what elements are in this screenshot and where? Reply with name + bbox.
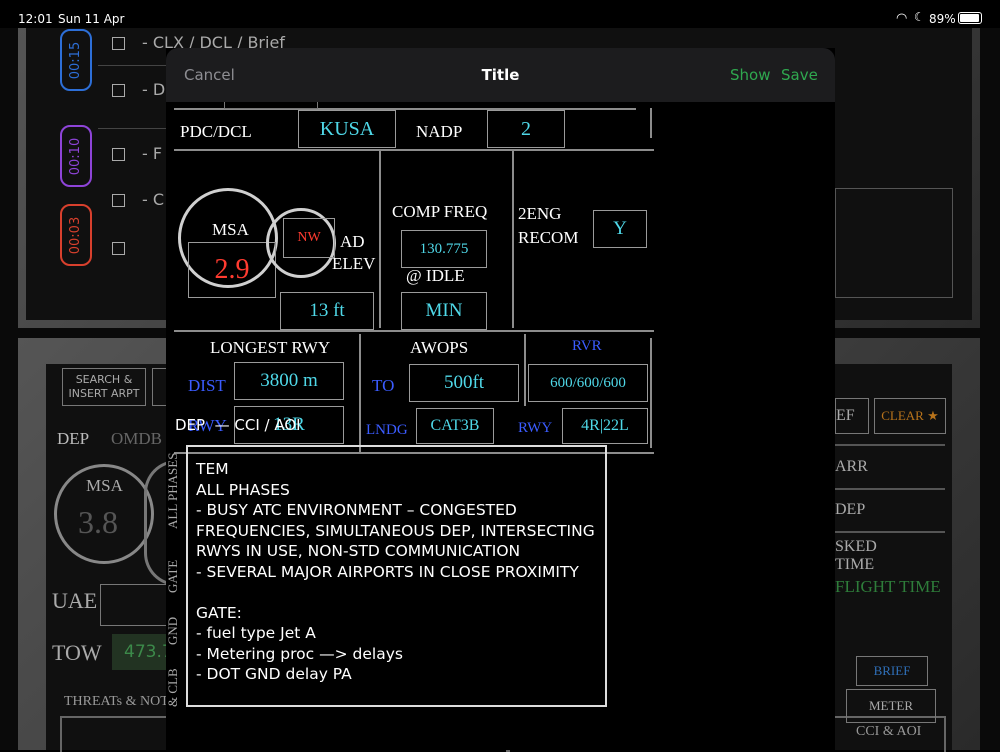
meter-button[interactable]: METER <box>846 689 936 723</box>
timer-15[interactable]: 00:15 <box>60 29 92 91</box>
timer-10[interactable]: 00:10 <box>60 125 92 187</box>
checklist-item: - C <box>142 190 165 209</box>
tab-all-phases[interactable]: ALL PHASES <box>165 453 181 529</box>
rvr-label: RVR <box>572 338 602 354</box>
msa-sector[interactable]: NW <box>283 218 335 258</box>
notes-textarea[interactable]: TEM ALL PHASES - BUSY ATC ENVIRONMENT – … <box>186 445 607 707</box>
right-box <box>835 188 953 298</box>
checkbox[interactable] <box>112 37 125 50</box>
checkbox[interactable] <box>112 84 125 97</box>
status-time: 12:01 <box>18 12 53 26</box>
uae-field[interactable] <box>100 584 168 626</box>
nadp-value[interactable]: 2 <box>487 110 565 148</box>
dep-airport: OMDB <box>111 429 163 448</box>
tab-clb[interactable]: & CLB <box>165 668 181 707</box>
rvr-rwy-value[interactable]: 4R|22L <box>562 408 648 444</box>
bg-divider-2 <box>835 488 945 490</box>
phase-tabs: ALL PHASES GATE GND & CLB <box>165 445 186 707</box>
briefing-sheet: PDC/DCL KUSA NADP 2 MSA 2.9 NW AD ELEV 1… <box>166 102 656 462</box>
eng-recom-value[interactable]: Y <box>593 210 647 248</box>
pdc-dcl-value[interactable]: KUSA <box>298 110 396 148</box>
uae-label: UAE <box>52 588 98 613</box>
sheet-vline <box>359 334 361 452</box>
elev-label: ELEV <box>332 254 376 273</box>
longest-rwy-label: LONGEST RWY <box>210 338 331 357</box>
timer-03[interactable]: 00:03 <box>60 204 92 266</box>
nadp-label: NADP <box>416 122 463 141</box>
moon-icon: ☾ <box>914 10 925 24</box>
tab-gnd[interactable]: GND <box>165 617 181 645</box>
checklist-item: - D <box>142 80 166 99</box>
ad-elev-value[interactable]: 13 ft <box>280 292 374 330</box>
dep-cci-aoi-title: DEP — CCI / AOI <box>175 416 301 434</box>
sheet-vline <box>512 150 514 328</box>
ad-label: AD <box>340 232 365 251</box>
idle-label: @ IDLE <box>406 266 465 285</box>
status-date: Sun 11 Apr <box>58 12 125 26</box>
brief-partial[interactable]: EF <box>835 398 869 434</box>
save-button[interactable]: Save <box>781 66 818 84</box>
checkbox[interactable] <box>112 148 125 161</box>
eng-label-1: 2ENG <box>518 204 562 223</box>
lndg-value[interactable]: CAT3B <box>416 408 494 444</box>
time-label: TIME <box>835 556 875 573</box>
checklist-item: - F <box>142 144 163 163</box>
clear-button[interactable]: CLEAR ★ <box>874 398 946 434</box>
bg-divider-3 <box>835 531 945 533</box>
dist-label: DIST <box>188 376 226 395</box>
sheet-box-top <box>224 102 318 109</box>
tab-gate[interactable]: GATE <box>165 560 181 593</box>
dep-right-label: DEP <box>835 501 866 518</box>
arr-label: ARR <box>835 458 868 475</box>
to-label: TO <box>372 376 395 395</box>
comp-freq-value[interactable]: 130.775 <box>401 230 487 268</box>
comp-freq-label: COMP FREQ <box>392 202 488 221</box>
dist-value[interactable]: 3800 m <box>234 362 344 400</box>
brief-button[interactable]: BRIEF <box>856 656 928 686</box>
sheet-line <box>174 330 654 332</box>
sheet-vline <box>650 108 652 138</box>
show-button[interactable]: Show <box>730 66 770 84</box>
to-value[interactable]: 500ft <box>409 364 519 402</box>
awops-label: AWOPS <box>410 338 469 357</box>
wifi-icon: ◠ <box>896 11 908 26</box>
sheet-vline <box>379 150 381 328</box>
sheet-line <box>174 149 654 151</box>
eng-label-2: RECOM <box>518 228 579 247</box>
rvr-value[interactable]: 600/600/600 <box>528 364 648 402</box>
modal-header: Cancel Title Show Save <box>166 48 835 102</box>
dep-label: DEP <box>57 429 90 448</box>
battery-percent: 89% <box>929 12 956 26</box>
battery-icon <box>958 12 982 24</box>
checkbox[interactable] <box>112 242 125 255</box>
bg-msa-label: MSA <box>86 476 123 495</box>
sheet-vline <box>524 334 526 406</box>
search-insert-airport-button[interactable]: SEARCH & INSERT ARPT <box>62 368 146 406</box>
cci-aoi-label: CCI & AOI <box>856 724 922 739</box>
flight-time-label: FLIGHT TIME <box>835 577 941 596</box>
lndg-label: LNDG <box>366 422 408 438</box>
rvr-rwy-label: RWY <box>518 420 553 436</box>
bg-divider <box>835 444 945 446</box>
idle-value[interactable]: MIN <box>401 292 487 330</box>
edit-modal: Cancel Title Show Save PDC/DCL KUSA NADP… <box>165 48 835 750</box>
checkbox[interactable] <box>112 194 125 207</box>
msa-label: MSA <box>212 220 249 239</box>
sheet-vline <box>650 338 652 448</box>
msa-value[interactable]: 2.9 <box>188 242 276 298</box>
pdc-dcl-label: PDC/DCL <box>180 122 252 141</box>
tow-label: TOW <box>52 640 102 665</box>
bg-msa-value: 3.8 <box>78 504 118 540</box>
sked-label: SKED <box>835 538 877 555</box>
